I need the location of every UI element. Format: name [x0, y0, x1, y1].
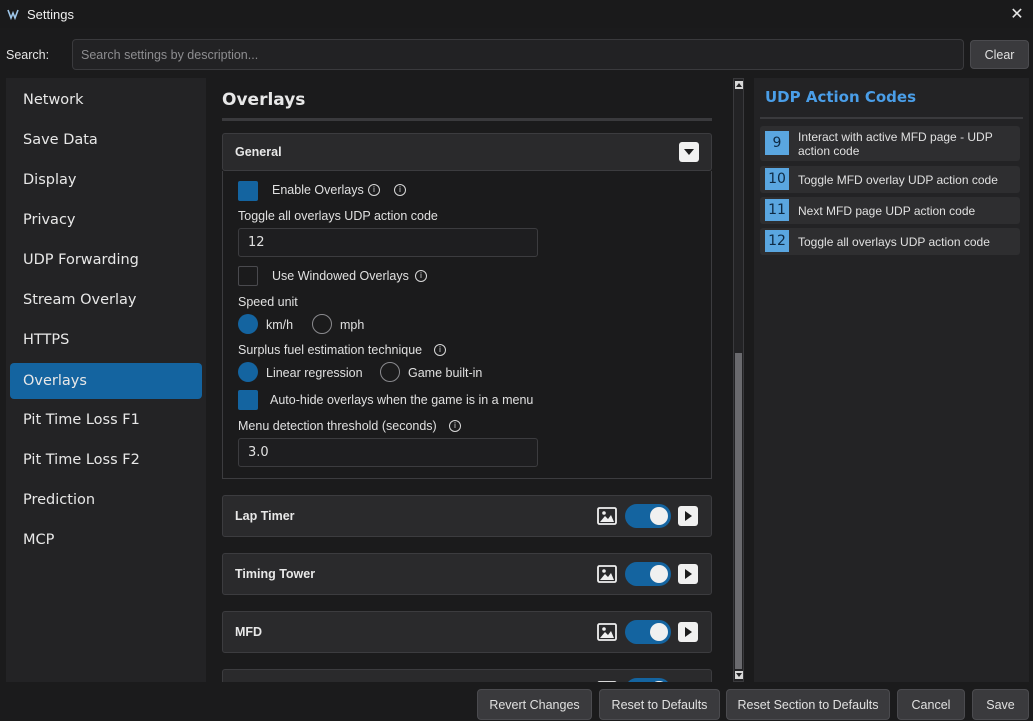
app-logo-icon [6, 7, 20, 21]
sidebar-item-privacy[interactable]: Privacy [10, 202, 202, 238]
enable-overlays-label: Enable Overlays [272, 183, 364, 197]
udp-code-badge: 12 [765, 230, 789, 252]
linear-regression-label: Linear regression [266, 366, 363, 380]
auto-hide-checkbox[interactable] [238, 390, 258, 410]
overlay-toggle[interactable] [625, 562, 671, 586]
search-row: Search: Clear [0, 38, 1033, 74]
sidebar: Network Save Data Display Privacy UDP Fo… [6, 78, 206, 682]
close-icon[interactable]: ✕ [1007, 4, 1027, 24]
udp-code-text: Next MFD page UDP action code [798, 204, 976, 218]
overlay-toggle[interactable] [625, 620, 671, 644]
reset-section-button[interactable]: Reset Section to Defaults [726, 689, 890, 720]
image-icon[interactable] [597, 565, 617, 583]
sidebar-item-stream-overlay[interactable]: Stream Overlay [10, 282, 202, 318]
udp-code-text: Toggle MFD overlay UDP action code [798, 173, 998, 187]
play-icon[interactable] [678, 622, 698, 642]
overlay-row-label: Lap Timer [235, 509, 295, 523]
scroll-down-icon[interactable] [735, 671, 743, 679]
search-label: Search: [6, 48, 50, 62]
image-icon[interactable] [597, 623, 617, 641]
save-button[interactable]: Save [972, 689, 1029, 720]
fuel-technique-label: Surplus fuel estimation technique [238, 343, 423, 357]
main-content: Overlays General Enable Overlays i i Tog… [206, 78, 732, 682]
general-section-label: General [235, 145, 282, 159]
toggle-code-label: Toggle all overlays UDP action code [238, 209, 438, 223]
scroll-up-icon[interactable] [735, 81, 743, 89]
info-icon[interactable]: i [394, 184, 406, 196]
udp-title-divider [760, 117, 1023, 119]
toggle-knob [650, 681, 668, 682]
info-icon[interactable]: i [434, 344, 446, 356]
menu-threshold-label: Menu detection threshold (seconds) [238, 419, 437, 433]
menu-threshold-input[interactable]: 3.0 [238, 438, 538, 467]
overlay-row-label: MFD [235, 625, 263, 639]
revert-changes-button[interactable]: Revert Changes [477, 689, 592, 720]
reset-to-defaults-button[interactable]: Reset to Defaults [599, 689, 720, 720]
sidebar-item-overlays[interactable]: Overlays [10, 363, 202, 399]
enable-overlays-checkbox[interactable] [238, 181, 258, 201]
overlay-toggle[interactable] [625, 678, 671, 682]
title-bar: Settings ✕ [0, 0, 1033, 28]
udp-code-item: 12 Toggle all overlays UDP action code [760, 228, 1020, 255]
search-input[interactable] [72, 39, 964, 70]
info-icon[interactable]: i [415, 270, 427, 282]
sidebar-item-display[interactable]: Display [10, 162, 202, 198]
overlay-row-label: Timing Tower [235, 567, 316, 581]
speed-kmh-label: km/h [266, 318, 294, 332]
udp-code-badge: 11 [765, 199, 789, 221]
cancel-button[interactable]: Cancel [897, 689, 965, 720]
overlay-row-timing-tower[interactable]: Timing Tower [222, 553, 712, 595]
toggle-knob [650, 623, 668, 641]
overlay-row-lap-timer[interactable]: Lap Timer [222, 495, 712, 537]
info-icon[interactable]: i [368, 184, 380, 196]
udp-code-badge: 9 [765, 131, 789, 155]
game-builtin-radio[interactable] [380, 362, 400, 382]
speed-kmh-radio[interactable] [238, 314, 258, 334]
window-title: Settings [27, 6, 74, 22]
sidebar-item-network[interactable]: Network [10, 82, 202, 118]
udp-code-item: 11 Next MFD page UDP action code [760, 197, 1020, 224]
title-divider [222, 118, 712, 121]
info-icon[interactable]: i [449, 420, 461, 432]
overlay-row-partial[interactable] [222, 669, 712, 682]
scroll-thumb[interactable] [735, 353, 742, 669]
windowed-overlays-label: Use Windowed Overlays [272, 269, 409, 283]
speed-mph-radio[interactable] [312, 314, 332, 334]
play-icon[interactable] [678, 564, 698, 584]
toggle-code-input[interactable]: 12 [238, 228, 538, 257]
page-title: Overlays [222, 90, 306, 110]
toggle-knob [650, 507, 668, 525]
sidebar-item-mcp[interactable]: MCP [10, 522, 202, 558]
general-section-header[interactable]: General [222, 133, 712, 171]
linear-regression-radio[interactable] [238, 362, 258, 382]
udp-action-codes-panel: UDP Action Codes 9 Interact with active … [754, 78, 1029, 682]
speed-unit-label: Speed unit [238, 295, 298, 309]
image-icon[interactable] [597, 681, 617, 682]
game-builtin-label: Game built-in [408, 366, 483, 380]
sidebar-item-prediction[interactable]: Prediction [10, 482, 202, 518]
clear-button[interactable]: Clear [970, 40, 1029, 69]
sidebar-item-https[interactable]: HTTPS [10, 322, 202, 358]
udp-code-item: 10 Toggle MFD overlay UDP action code [760, 166, 1020, 193]
sidebar-item-save-data[interactable]: Save Data [10, 122, 202, 158]
overlay-row-mfd[interactable]: MFD [222, 611, 712, 653]
play-icon[interactable] [678, 506, 698, 526]
udp-panel-title: UDP Action Codes [765, 88, 917, 106]
toggle-knob [650, 565, 668, 583]
image-icon[interactable] [597, 507, 617, 525]
general-section-body: Enable Overlays i i Toggle all overlays … [222, 171, 712, 479]
sidebar-item-udp-forwarding[interactable]: UDP Forwarding [10, 242, 202, 278]
sidebar-item-pit-time-loss-f2[interactable]: Pit Time Loss F2 [10, 442, 202, 478]
auto-hide-label: Auto-hide overlays when the game is in a… [270, 393, 534, 407]
udp-code-item: 9 Interact with active MFD page - UDP ac… [760, 126, 1020, 161]
speed-mph-label: mph [340, 318, 365, 332]
collapse-icon[interactable] [679, 142, 699, 162]
udp-code-badge: 10 [765, 168, 789, 190]
main-scrollbar[interactable] [733, 78, 744, 682]
udp-code-text: Toggle all overlays UDP action code [798, 235, 990, 249]
windowed-overlays-checkbox[interactable] [238, 266, 258, 286]
udp-code-text: Interact with active MFD page - UDP acti… [798, 130, 993, 158]
overlay-toggle[interactable] [625, 504, 671, 528]
sidebar-item-pit-time-loss-f1[interactable]: Pit Time Loss F1 [10, 402, 202, 438]
